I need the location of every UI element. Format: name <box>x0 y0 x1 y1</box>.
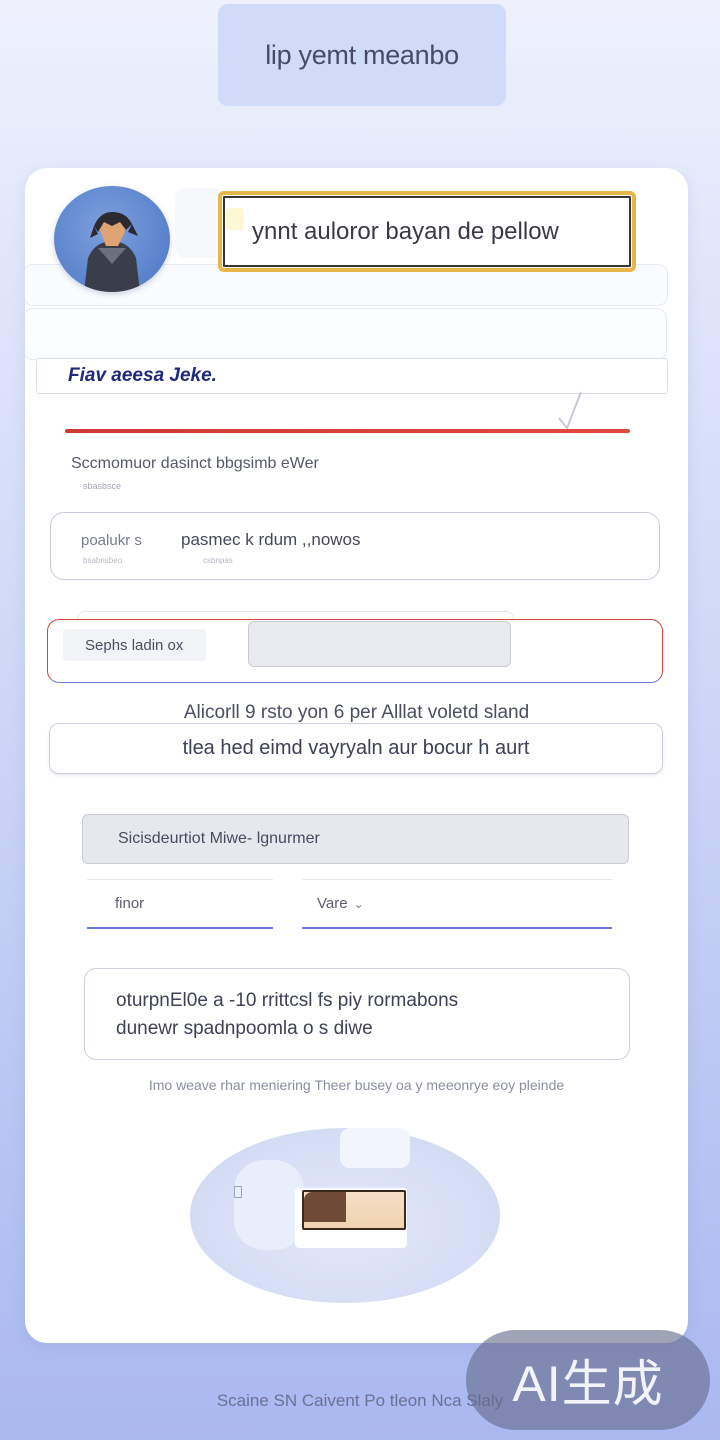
illustration <box>190 1128 500 1303</box>
input-right-value: Vare <box>317 895 348 912</box>
text-field[interactable]: tlea hed eimd vayryaln aur bocur h aurt <box>49 723 663 774</box>
message-box[interactable]: oturpnEl0e a -10 rrittcsl fs piy rormabo… <box>84 968 630 1060</box>
input-left[interactable]: finor <box>87 879 273 929</box>
headline-text: ynnt auloror bayan de pellow <box>252 217 559 245</box>
search-row: Sephs ladin ox <box>47 619 663 683</box>
search-input[interactable] <box>248 621 511 667</box>
subtitle-hint: sbasbsce <box>83 481 122 491</box>
search-filter-chip[interactable]: Sephs ladin ox <box>63 629 206 661</box>
detail-field-hint: bsabnsbeo <box>83 556 123 565</box>
detail-field-value: pasmec k rdum ,,nowos <box>181 530 361 549</box>
backdrop-layer <box>25 308 667 360</box>
person-icon <box>84 212 140 292</box>
profile-subtitle: Sccmomuor dasinct bbgsimb eWer <box>71 455 319 472</box>
page-title: lip yemt meanbo <box>265 39 459 70</box>
box-icon <box>302 1190 406 1230</box>
profile-card: ynnt auloror bayan de pellow Fiav aeesa … <box>25 168 688 1343</box>
text-field-value: tlea hed eimd vayryaln aur bocur h aurt <box>182 737 530 759</box>
illustration-window <box>234 1186 242 1198</box>
profile-name-bar[interactable]: Fiav aeesa Jeke. <box>36 358 668 394</box>
ai-generated-badge: AI生成 <box>466 1330 710 1430</box>
avatar[interactable] <box>54 186 170 292</box>
info-text: Alicorll 9 rsto yon 6 per Alllat voletd … <box>183 702 530 723</box>
detail-field-hint: csbnpas <box>203 556 233 565</box>
select-field[interactable]: Sicisdeurtiot Miwe- lgnurmer <box>82 814 629 864</box>
text-cursor-icon <box>226 208 244 230</box>
headline-box[interactable]: ynnt auloror bayan de pellow <box>218 191 636 272</box>
ai-generated-label: AI生成 <box>512 1356 664 1412</box>
message-line: oturpnEl0e a -10 rrittcsl fs piy rormabo… <box>116 990 459 1011</box>
message-line: dunewr spadnpoomla o s diwe <box>116 1018 373 1039</box>
detail-field-label: poalukr s <box>81 532 142 549</box>
box-lid <box>304 1192 346 1222</box>
illustration-cloud <box>234 1160 304 1250</box>
detail-field[interactable]: poalukr s pasmec k rdum ,,nowos bsabnsbe… <box>50 512 660 580</box>
search-filter-label: Sephs ladin ox <box>85 636 184 654</box>
page-title-pill: lip yemt meanbo <box>218 4 506 106</box>
input-left-value: finor <box>115 895 145 912</box>
illustration-cloud <box>340 1128 410 1168</box>
checkmark-icon <box>558 391 582 430</box>
divider-rule <box>65 429 630 433</box>
select-field-value: Sicisdeurtiot Miwe- lgnurmer <box>118 830 320 847</box>
backdrop-layer <box>175 188 223 258</box>
footnote: Imo weave rhar meniering Theer busey oa … <box>148 1077 565 1093</box>
profile-name: Fiav aeesa Jeke. <box>68 365 217 386</box>
chevron-down-icon: ⌄ <box>353 896 364 911</box>
input-right[interactable]: Vare ⌄ <box>302 879 612 929</box>
